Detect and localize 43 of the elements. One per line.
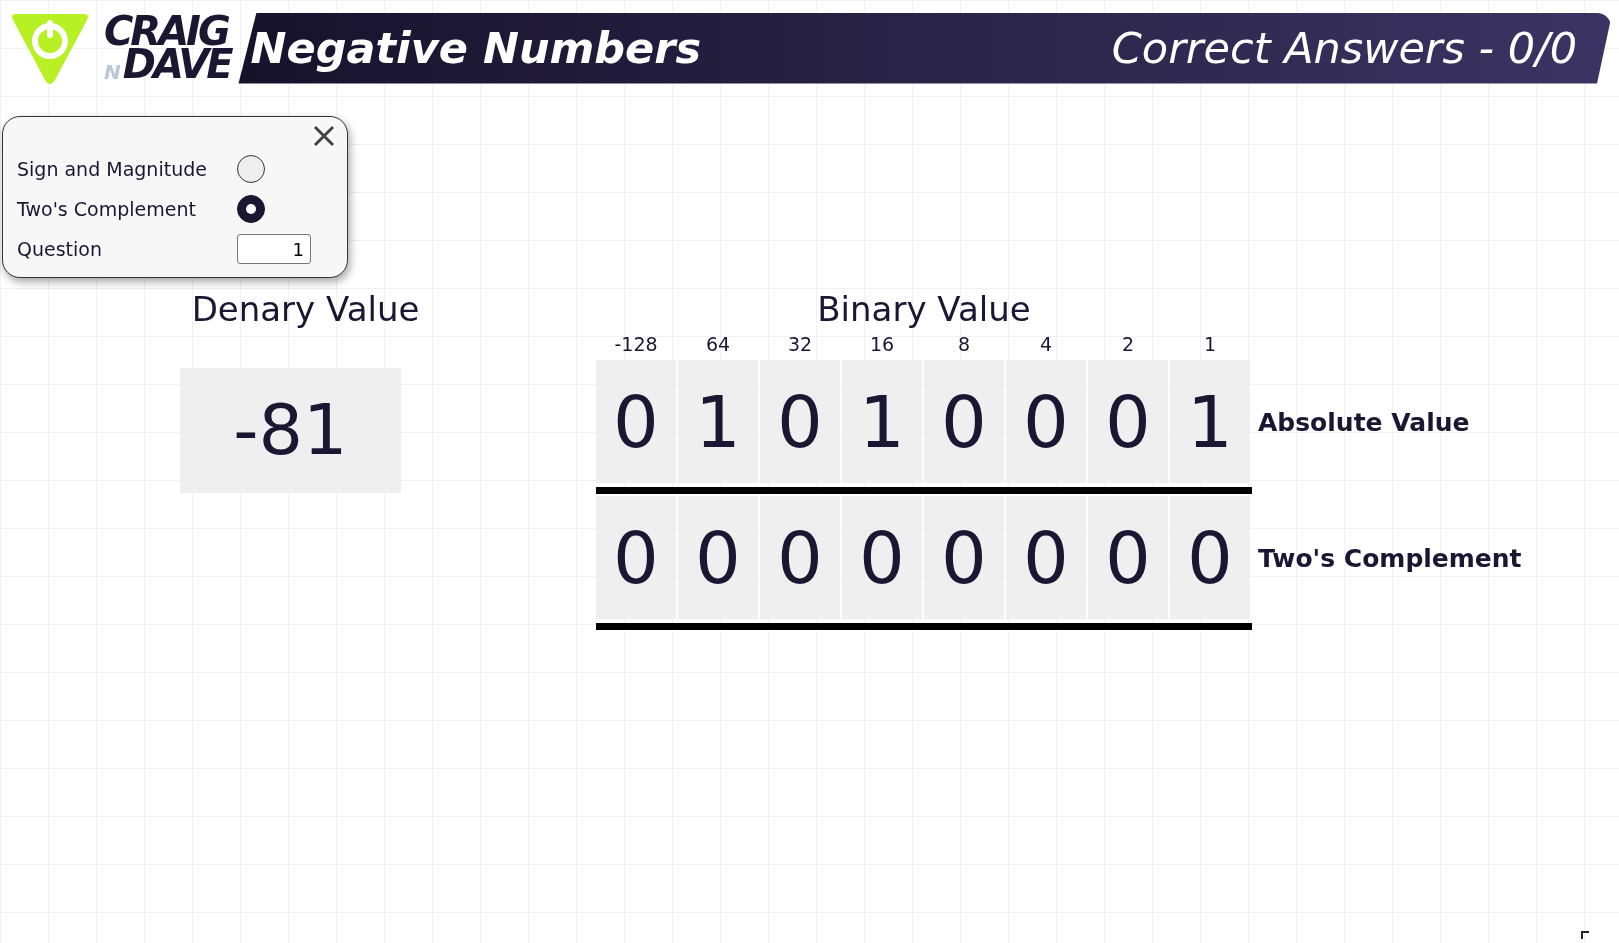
denary-value: -81: [180, 368, 401, 493]
logo-text: N: [104, 64, 121, 81]
section-heading: Binary Value: [816, 292, 1032, 326]
score-text: Correct Answers - 0/0: [1111, 21, 1577, 75]
section-heading: Denary Value: [191, 292, 420, 326]
resize-handle[interactable]: [1581, 931, 1589, 939]
question-field[interactable]: 1: [237, 234, 311, 264]
bit-cell[interactable]: 1: [842, 360, 922, 483]
bit-cell[interactable]: 0: [596, 360, 676, 483]
place-value: 16: [868, 332, 896, 357]
option-label: Two's Complement: [17, 196, 197, 222]
option-label: Sign and Magnitude: [17, 156, 208, 182]
place-value: 1: [1202, 332, 1218, 357]
bit-cell[interactable]: 0: [760, 496, 840, 619]
radio-button[interactable]: [237, 195, 265, 223]
bit-cell[interactable]: 0: [924, 360, 1004, 483]
place-value: -128: [613, 332, 659, 357]
logo-text: DAVE: [122, 48, 231, 81]
bit-cell[interactable]: 1: [678, 360, 758, 483]
radio-button[interactable]: [237, 155, 265, 183]
bit-cell[interactable]: 0: [842, 496, 922, 619]
bit-cell[interactable]: 0: [1006, 496, 1086, 619]
bit-cell[interactable]: 0: [1088, 360, 1168, 483]
bit-cell[interactable]: 0: [924, 496, 1004, 619]
close-icon: [313, 125, 335, 147]
bit-cell[interactable]: 0: [596, 496, 676, 619]
bit-cell[interactable]: 0: [760, 360, 840, 483]
place-value: 2: [1120, 332, 1136, 357]
page-title: Negative Numbers: [250, 21, 702, 75]
field-label: Question: [17, 236, 103, 262]
place-value: 8: [956, 332, 972, 357]
bit-cell[interactable]: 0: [1088, 496, 1168, 619]
close-button[interactable]: [311, 123, 337, 149]
bit-cell[interactable]: 1: [1170, 360, 1250, 483]
row-label: Absolute Value: [1258, 407, 1470, 440]
place-value: 64: [704, 332, 732, 357]
place-value: 4: [1038, 332, 1054, 357]
bit-cell[interactable]: 0: [1006, 360, 1086, 483]
bit-cell[interactable]: 0: [678, 496, 758, 619]
bit-cell[interactable]: 0: [1170, 496, 1250, 619]
place-value: 32: [786, 332, 814, 357]
row-label: Two's Complement: [1258, 543, 1522, 576]
logo-text: CRAIG: [104, 15, 229, 48]
